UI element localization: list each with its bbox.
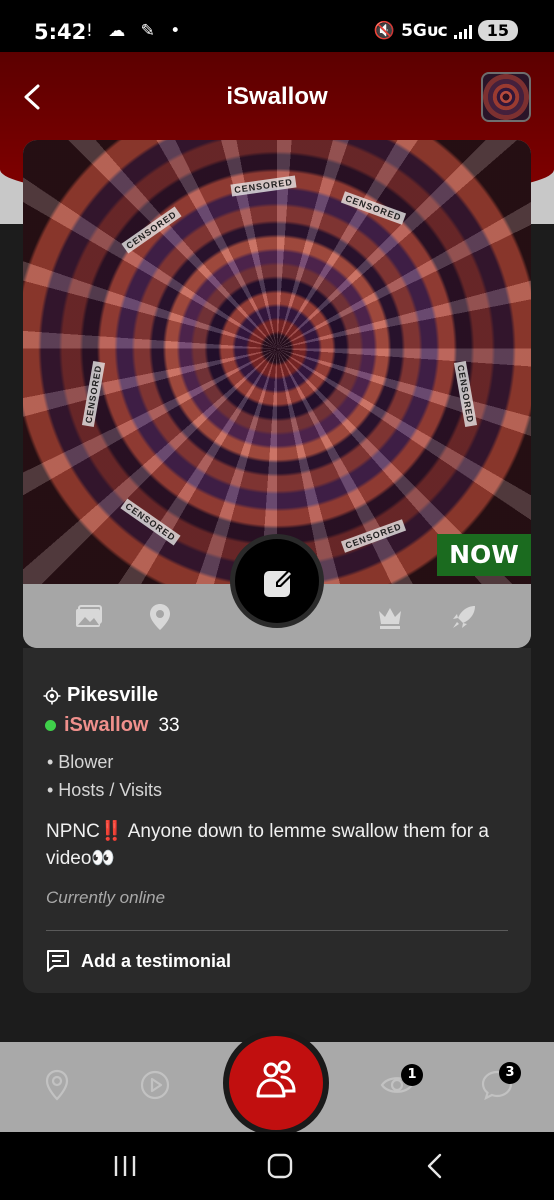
- divider: [46, 930, 508, 931]
- views-badge: 1: [401, 1064, 423, 1086]
- people-icon: [256, 1060, 296, 1098]
- edit-icon: [264, 569, 294, 597]
- people-button[interactable]: [223, 1030, 329, 1136]
- add-testimonial-label: Add a testimonial: [81, 950, 232, 971]
- chat-bubble-icon: [47, 950, 69, 972]
- profile-name: iSwallow: [64, 714, 149, 736]
- rocket-icon[interactable]: [449, 602, 479, 632]
- edit-profile-button[interactable]: [230, 534, 324, 628]
- page-title: iSwallow: [226, 83, 328, 110]
- online-status-text: Currently online: [46, 888, 166, 907]
- gallery-icon[interactable]: [73, 602, 103, 632]
- mute-icon: 🔇: [373, 20, 396, 41]
- notification-icons: ! ☁ ✎ •: [86, 21, 186, 41]
- location-pin-icon[interactable]: [145, 602, 175, 632]
- crown-icon[interactable]: [375, 602, 405, 632]
- add-testimonial-button[interactable]: Add a testimonial: [45, 948, 231, 974]
- profile-age: 33: [158, 714, 180, 736]
- profile-info-panel: Pikesville iSwallow 33 • Blower • Hosts …: [23, 648, 531, 993]
- home-icon[interactable]: [266, 1152, 294, 1180]
- profile-tags: • Blower • Hosts / Visits: [47, 748, 162, 804]
- recent-apps-icon[interactable]: [112, 1152, 138, 1180]
- play-icon[interactable]: [138, 1068, 172, 1102]
- map-pin-icon[interactable]: [40, 1068, 74, 1102]
- battery-indicator: 15: [477, 20, 518, 41]
- tag-item: • Blower: [47, 752, 114, 772]
- location-text: Pikesville: [67, 684, 159, 706]
- signal-icon: [453, 23, 472, 39]
- network-label: 5Gᴜᴄ: [401, 20, 448, 41]
- profile-bio: NPNC‼️ Anyone down to lemme swallow them…: [46, 821, 489, 869]
- location-row: Pikesville: [43, 684, 158, 707]
- profile-photo[interactable]: CENSORED CENSORED CENSORED CENSORED CENS…: [23, 140, 531, 584]
- target-location-icon: [43, 687, 61, 704]
- online-indicator: [45, 720, 56, 731]
- system-navigation: [0, 1132, 554, 1200]
- status-right: 🔇 5Gᴜᴄ 15: [374, 20, 518, 41]
- status-time: 5:42: [34, 20, 87, 44]
- status-bar: 5:42 ! ☁ ✎ • 🔇 5Gᴜᴄ 15: [0, 0, 554, 52]
- name-row: iSwallow 33: [45, 714, 180, 737]
- now-badge: NOW: [437, 534, 531, 576]
- avatar-thumbnail[interactable]: [481, 72, 531, 122]
- messages-badge: 3: [499, 1062, 521, 1084]
- system-back-icon[interactable]: [424, 1152, 446, 1180]
- tag-item: • Hosts / Visits: [47, 780, 162, 800]
